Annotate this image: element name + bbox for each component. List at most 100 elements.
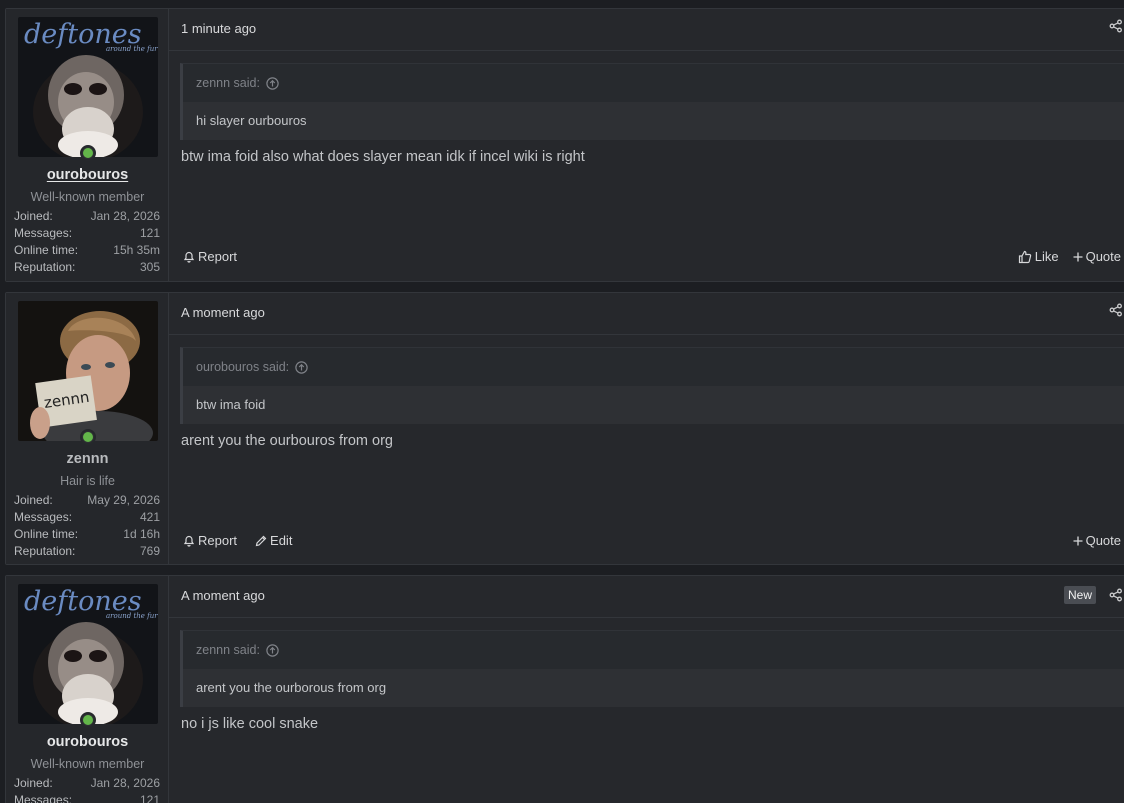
quote-author: ourobouros said: [196,360,290,374]
thread: deftones around the fur ourobouros Well-… [0,0,1124,803]
avatar[interactable]: deftones around the fur [18,584,158,724]
stat-row-joined: Joined: Jan 28, 2026 [14,775,160,792]
new-badge: New [1063,586,1096,604]
post-body: btw ima foid also what does slayer mean … [181,149,585,165]
stat-value: Jan 28, 2026 [90,209,160,223]
post-actions-left: Report [183,249,237,264]
avatar[interactable]: deftones around the fur [18,17,158,157]
avatar-album-text: around the fur [106,45,158,53]
post-main: A moment ago ourobouros said: btw ima fo… [169,293,1124,564]
quote-block: zennn said: arent you the ourborous from… [180,630,1124,707]
username[interactable]: ourobouros [6,734,169,750]
quote-text: btw ima foid [183,386,1124,424]
arrow-up-circle-icon [266,643,279,657]
stat-row-online-time: Online time: 15h 35m [14,242,160,259]
post-header-icons: New [1063,586,1124,604]
quote-button[interactable]: Quote [1073,533,1121,548]
post-header: 1 minute ago [169,9,1124,51]
post-header: A moment ago New [169,576,1124,618]
post-actions-left: Report Edit [183,533,292,548]
report-button[interactable]: Report [183,249,237,264]
post-time[interactable]: A moment ago [181,588,265,603]
stat-row-online-time: Online time: 1d 16h [14,526,160,543]
username[interactable]: ourobouros [6,167,169,183]
report-label: Report [198,249,238,264]
quote-label: Quote [1085,533,1121,548]
online-status-icon [80,145,96,161]
stat-label: Messages: [14,226,73,240]
pencil-icon [255,535,267,546]
quote-block: ourobouros said: btw ima foid [180,347,1124,424]
quote-header[interactable]: zennn said: [183,64,1124,102]
post-actions-right: Like Quote [1018,249,1124,264]
bell-icon [183,535,195,547]
quote-button[interactable]: Quote [1073,249,1121,264]
stat-row-joined: Joined: May 29, 2026 [14,492,160,509]
user-title: Hair is life [60,474,115,488]
stat-label: Messages: [14,793,73,803]
stat-label: Joined: [14,493,53,507]
edit-button[interactable]: Edit [255,533,292,548]
edit-label: Edit [270,533,293,548]
share-icon[interactable] [1109,19,1123,33]
share-icon[interactable] [1109,303,1123,317]
online-status-icon [80,712,96,728]
stat-value: 15h 35m [113,243,160,257]
stat-label: Online time: [14,527,79,541]
post-actions-right: Quote [1073,533,1124,548]
post-user-panel: deftones around the fur ourobouros Well-… [6,9,169,281]
stat-value: 769 [139,544,160,558]
arrow-up-circle-icon [295,360,308,374]
user-stats: Joined: May 29, 2026 Messages: 421 Online … [14,492,160,560]
stat-label: Messages: [14,510,73,524]
arrow-up-circle-icon [266,76,279,90]
avatar[interactable]: zennn [18,301,158,441]
post-user-panel: zennn zennn Hair is life Joined: May 29, … [6,293,169,564]
username[interactable]: zennn [6,451,169,467]
quote-author: zennn said: [196,76,260,90]
post-body: arent you the ourbouros from org [181,433,393,449]
stat-label: Joined: [14,209,53,223]
quote-header[interactable]: zennn said: [183,631,1124,669]
stat-row-messages: Messages: 121 [14,225,160,242]
quote-text: arent you the ourborous from org [183,669,1124,707]
avatar-album-text: around the fur [106,612,158,620]
post-main: 1 minute ago zennn said: hi slayer ourbo… [169,9,1124,281]
thumbs-up-icon [1018,250,1031,263]
report-button[interactable]: Report [183,533,237,548]
stat-row-reputation: Reputation: 305 [14,259,160,276]
post-body: no i js like cool snake [181,716,319,732]
post: deftones around the fur ourobouros Well-… [5,8,1124,282]
post-time[interactable]: 1 minute ago [181,21,256,36]
stat-value: 421 [139,510,160,524]
post: zennn zennn Hair is life Joined: May 29, … [5,292,1124,565]
post: deftones around the fur ourobouros Well-… [5,575,1124,803]
stat-row-messages: Messages: 421 [14,509,160,526]
post-time[interactable]: A moment ago [181,305,265,320]
quote-header[interactable]: ourobouros said: [183,348,1124,386]
like-label: Like [1034,249,1059,264]
post-header-icons [1109,303,1124,317]
post-header: A moment ago [169,293,1124,335]
share-icon[interactable] [1109,588,1123,602]
stat-value: 305 [139,260,160,274]
stat-row-joined: Joined: Jan 28, 2026 [14,208,160,225]
stat-label: Joined: [14,776,53,790]
quote-label: Quote [1085,249,1121,264]
post-header-icons [1109,19,1124,33]
user-stats: Joined: Jan 28, 2026 Messages: 121 [14,775,160,803]
stat-value: 121 [139,793,160,803]
stat-value: May 29, 2026 [87,493,160,507]
plus-icon [1073,252,1083,261]
stat-value: 1d 16h [123,527,160,541]
user-title: Well-known member [30,190,145,204]
plus-icon [1073,536,1083,545]
stat-label: Reputation: [14,260,76,274]
stat-label: Online time: [14,243,79,257]
like-button[interactable]: Like [1018,249,1059,264]
stat-value: 121 [139,226,160,240]
quote-block: zennn said: hi slayer ourbouros [180,63,1124,140]
report-label: Report [198,533,238,548]
stat-label: Reputation: [14,544,76,558]
stat-row-reputation: Reputation: 769 [14,543,160,560]
